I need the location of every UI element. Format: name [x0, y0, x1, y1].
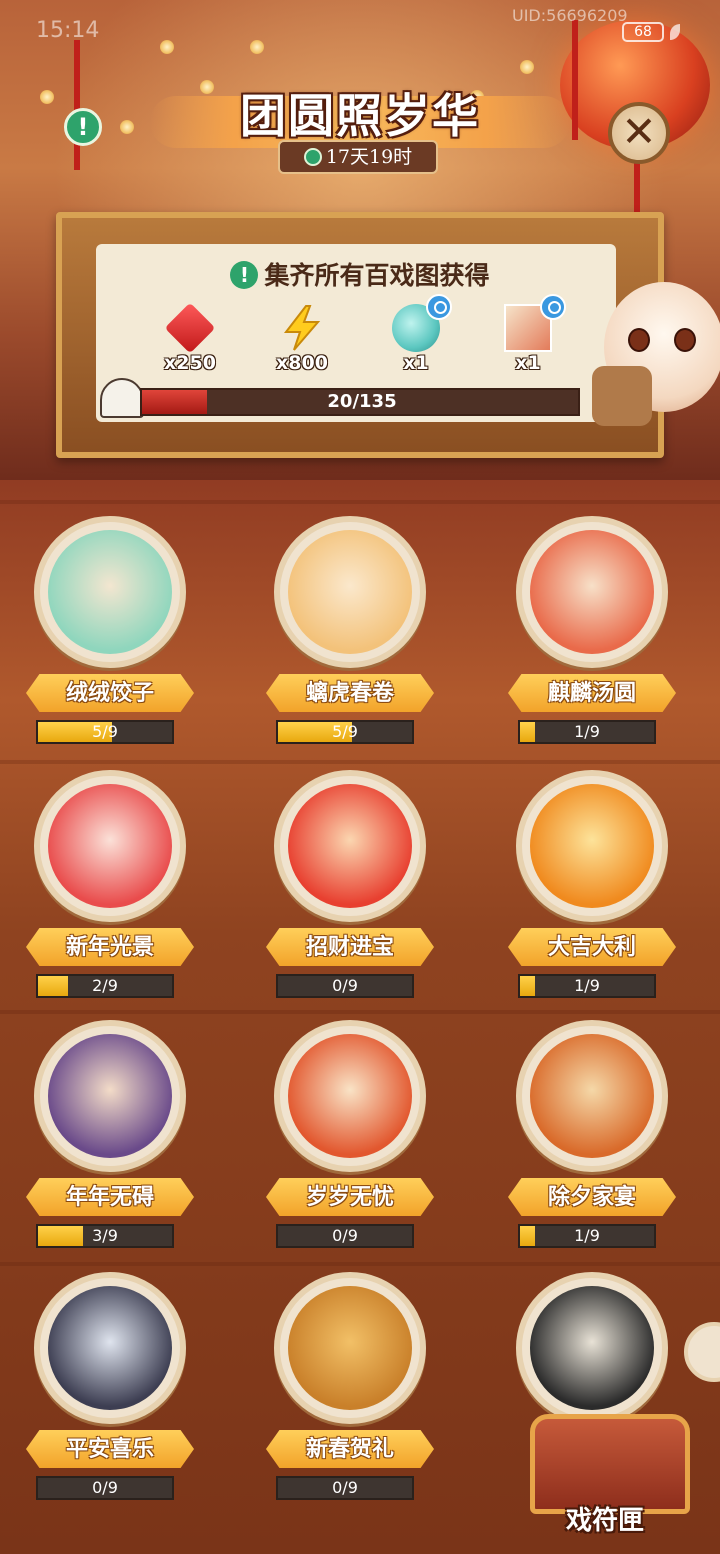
card-artwork [48, 530, 172, 654]
card-progress-text: 0/9 [92, 1478, 118, 1497]
card-title: 螭虎春卷 [266, 674, 434, 712]
chest-icon [530, 1414, 690, 1514]
collection-progress-bar: 20/135 [140, 388, 580, 416]
card-progress-text: 1/9 [574, 976, 600, 995]
reward-qty: x1 [515, 352, 541, 374]
card-artwork [288, 784, 412, 908]
blossom-decoration [160, 40, 174, 54]
card-title: 平安喜乐 [26, 1430, 194, 1468]
card-artwork [530, 1034, 654, 1158]
reward-qty: x800 [276, 352, 328, 374]
card-progress-text: 1/9 [574, 722, 600, 741]
card-progress-bar: 1/9 [518, 1224, 656, 1248]
card-progress-bar: 0/9 [276, 1224, 414, 1248]
card-progress-text: 0/9 [332, 1226, 358, 1245]
card-progress-bar: 0/9 [276, 974, 414, 998]
chest-button[interactable]: 戏符匣 [520, 1404, 700, 1554]
collection-card[interactable]: 年年无碍 3/9 [26, 1020, 194, 1270]
card-title: 麒麟汤圆 [508, 674, 676, 712]
collection-card[interactable]: 大吉大利 1/9 [508, 770, 676, 1020]
card-artwork [48, 1034, 172, 1158]
status-time: 15:14 [36, 18, 100, 43]
collection-card[interactable]: 岁岁无忧 0/9 [266, 1020, 434, 1270]
reward-panel-title: ! 集齐所有百戏图获得 [0, 256, 720, 292]
collection-progress-text: 20/135 [327, 391, 397, 412]
collection-card[interactable]: 新春贺礼 0/9 [266, 1272, 434, 1522]
collection-card[interactable]: 除夕家宴 1/9 [508, 1020, 676, 1270]
card-title: 新年光景 [26, 928, 194, 966]
lightning-icon [283, 305, 321, 351]
card-progress-bar: 1/9 [518, 974, 656, 998]
card-progress-text: 3/9 [92, 1226, 118, 1245]
card-artwork [48, 784, 172, 908]
chest-label: 戏符匣 [565, 1506, 644, 1536]
mascot-eye [628, 328, 650, 352]
card-title: 年年无碍 [26, 1178, 194, 1216]
magnify-icon[interactable] [426, 294, 452, 320]
card-artwork [530, 530, 654, 654]
card-progress-text: 5/9 [332, 722, 358, 741]
card-progress-bar: 5/9 [276, 720, 414, 744]
timer-text: 17天19时 [325, 146, 413, 168]
card-artwork [530, 784, 654, 908]
collection-card[interactable]: 绒绒饺子 5/9 [26, 516, 194, 766]
card-artwork [288, 1286, 412, 1410]
card-progress-bar: 2/9 [36, 974, 174, 998]
card-title: 招财进宝 [266, 928, 434, 966]
collection-card[interactable]: 平安喜乐 0/9 [26, 1272, 194, 1522]
clock-icon [303, 148, 322, 166]
info-icon: ! [230, 261, 259, 289]
card-progress-bar: 0/9 [276, 1476, 414, 1500]
page-title: 团圆照岁华 [240, 89, 480, 143]
battery-indicator: 68 [622, 22, 664, 42]
card-title: 新春贺礼 [266, 1430, 434, 1468]
collection-card[interactable]: 螭虎春卷 5/9 [266, 516, 434, 766]
rocking-horse-toy [592, 366, 652, 426]
side-tab-button[interactable] [684, 1322, 720, 1382]
card-progress-text: 2/9 [92, 976, 118, 995]
event-timer: 17天19时 [278, 140, 438, 174]
card-progress-bar: 1/9 [518, 720, 656, 744]
fan-icon [100, 378, 144, 418]
card-title: 大吉大利 [508, 928, 676, 966]
mascot-eye [674, 328, 696, 352]
collection-card[interactable]: 新年光景 2/9 [26, 770, 194, 1020]
card-artwork [530, 1286, 654, 1410]
card-progress-bar: 5/9 [36, 720, 174, 744]
card-artwork [48, 1286, 172, 1410]
blossom-decoration [250, 40, 264, 54]
card-title: 除夕家宴 [508, 1178, 676, 1216]
reward-gem[interactable]: x250 [150, 302, 230, 380]
card-progress-bar: 0/9 [36, 1476, 174, 1500]
card-progress-text: 1/9 [574, 1226, 600, 1245]
blossom-decoration [520, 60, 534, 74]
card-progress-text: 0/9 [332, 976, 358, 995]
card-artwork [288, 530, 412, 654]
floor-divider [0, 500, 720, 504]
card-artwork [288, 1034, 412, 1158]
card-progress-text: 5/9 [92, 722, 118, 741]
card-title: 绒绒饺子 [26, 674, 194, 712]
reward-energy[interactable]: x800 [262, 304, 342, 380]
card-progress-text: 0/9 [332, 1478, 358, 1497]
card-title: 岁岁无忧 [266, 1178, 434, 1216]
collection-card[interactable]: 麒麟汤圆 1/9 [508, 516, 676, 766]
uid-label: UID:56696209 [512, 6, 628, 25]
reward-qty: x250 [164, 352, 216, 374]
magnify-icon[interactable] [540, 294, 566, 320]
red-gem-icon [164, 302, 216, 354]
reward-qty: x1 [403, 352, 429, 374]
collection-card[interactable]: 招财进宝 0/9 [266, 770, 434, 1020]
card-progress-bar: 3/9 [36, 1224, 174, 1248]
